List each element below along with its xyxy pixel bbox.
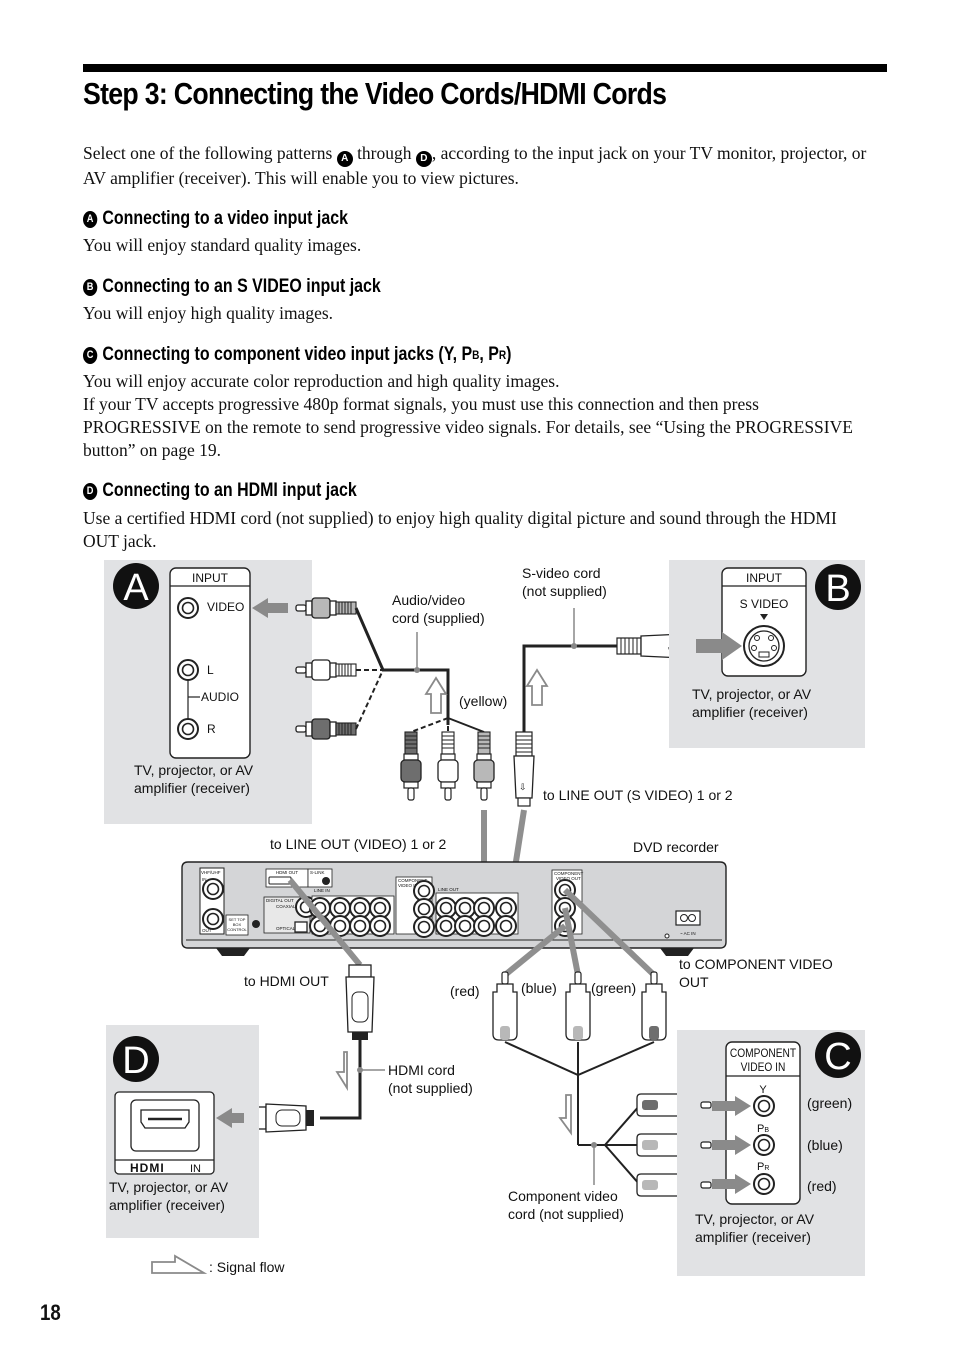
dvd-recorder: to LINE OUT (VIDEO) 1 or 2 DVD recorder … <box>181 836 727 956</box>
hdmi-cord-label: (not supplied) <box>388 1080 473 1096</box>
recorder-label: COAXIAL <box>276 904 296 909</box>
video-jack-icon <box>177 597 199 619</box>
signal-flow-icon <box>558 1094 572 1136</box>
red-label: (red) <box>450 983 480 999</box>
component-pb-jack-icon <box>753 1134 775 1156</box>
panel-c-device-label: amplifier (receiver) <box>695 1229 811 1245</box>
recorder-label: OUT <box>202 928 212 933</box>
to-hdmi-out-label: to HDMI OUT <box>244 973 329 989</box>
page-number: 18 <box>40 1300 61 1325</box>
blue-label: (blue) <box>521 980 557 996</box>
recorder-label: LINE OUT <box>438 887 459 892</box>
panel-c: COMPONENT VIDEO IN C Y PB PR (green) (bl… <box>677 1030 865 1276</box>
to-component-label: OUT <box>679 974 709 990</box>
recorder-label: VHF/UHF <box>201 870 221 875</box>
audio-label: AUDIO <box>201 690 239 704</box>
recorder-label: OPTICAL <box>276 926 296 931</box>
panel-c-letter: C <box>824 1036 851 1078</box>
panel-a-letter: A <box>123 567 149 609</box>
panel-d-device-label: TV, projector, or AV <box>109 1179 229 1195</box>
rf-out-jack-icon <box>202 908 224 930</box>
video-plug-icon <box>473 731 495 801</box>
panel-b-device-label: amplifier (receiver) <box>692 704 808 720</box>
av-cord-plugs: Audio/video cord (supplied) (yellow) <box>392 592 507 900</box>
recorder-label: CONTROL <box>227 927 247 932</box>
ac-in-label: ~ AC IN <box>680 931 696 936</box>
line-in-jack-icon <box>349 915 371 937</box>
line-out-svideo-jack-icon <box>495 915 517 937</box>
component-cord-label: cord (not supplied) <box>508 1206 624 1222</box>
rf-in-jack-icon <box>202 878 224 900</box>
av-cord-label: cord (supplied) <box>392 610 485 626</box>
green-label: (green) <box>591 980 636 996</box>
component-in-header: VIDEO IN <box>741 1061 786 1074</box>
signal-flow-legend: : Signal flow <box>151 1254 285 1275</box>
signal-flow-icon <box>525 668 549 706</box>
component-in-jack-icon <box>413 916 435 938</box>
component-cord-label: Component video <box>508 1188 618 1204</box>
y-label: Y <box>759 1084 767 1096</box>
to-line-out-svideo-label: to LINE OUT (S VIDEO) 1 or 2 <box>543 787 733 803</box>
recorder-label: HDMI OUT <box>276 870 298 875</box>
input-label-b: INPUT <box>746 571 783 585</box>
component-in-header: COMPONENT <box>730 1047 796 1060</box>
panel-d-letter: D <box>122 1040 149 1082</box>
audio-r-jack-icon <box>177 718 199 740</box>
signal-flow-icon <box>151 1254 208 1274</box>
green-label: (green) <box>807 1095 852 1111</box>
hdmi-in-label: IN <box>190 1163 201 1175</box>
component-pr-jack-icon <box>753 1173 775 1195</box>
line-out-jack-icon <box>435 915 457 937</box>
panel-d-device-label: amplifier (receiver) <box>109 1197 225 1213</box>
recorder-label: LINE IN <box>314 888 330 893</box>
connection-diagram: A INPUT VIDEO L AUDIO R TV, projector, o… <box>104 560 865 1276</box>
svideo-label: S VIDEO <box>740 597 789 611</box>
line-out-jack-icon <box>473 915 495 937</box>
audio-l-plug-icon <box>437 731 459 801</box>
line-out-jack-icon <box>454 915 476 937</box>
red-label: (red) <box>807 1178 837 1194</box>
blue-label: (blue) <box>807 1137 843 1153</box>
av-cord-label: Audio/video <box>392 592 465 608</box>
input-label-a: INPUT <box>192 571 229 585</box>
recorder-label: DIGITAL OUT <box>266 898 294 903</box>
audio-r-label: R <box>207 722 216 736</box>
panel-b-letter: B <box>825 568 850 610</box>
panel-d: D HDMI IN TV, projector, or AV amplifier… <box>106 1025 259 1238</box>
panel-b: INPUT S VIDEO B TV, projector, or AV amp… <box>669 560 865 748</box>
to-line-out-video-label: to LINE OUT (VIDEO) 1 or 2 <box>270 836 447 852</box>
recorder-label: S-LINK <box>310 870 325 875</box>
signal-flow-icon <box>424 676 448 714</box>
to-component-label: to COMPONENT VIDEO <box>679 956 833 972</box>
svideo-cord-label: (not supplied) <box>522 583 607 599</box>
arrow-glyph-icon: ⇩ <box>519 782 527 792</box>
panel-b-device-label: TV, projector, or AV <box>692 686 812 702</box>
dvd-recorder-label: DVD recorder <box>633 839 719 855</box>
line-in-jack-icon <box>369 915 391 937</box>
video-label: VIDEO <box>207 600 244 614</box>
component-y-jack-icon <box>753 1095 775 1117</box>
audio-r-plug-icon <box>400 731 422 801</box>
hdmi-cord-label: HDMI cord <box>388 1062 455 1078</box>
panel-a-device-label: amplifier (receiver) <box>134 780 250 796</box>
audio-l-jack-icon <box>177 659 199 681</box>
panel-c-device-label: TV, projector, or AV <box>695 1211 815 1227</box>
audio-l-label: L <box>207 663 214 677</box>
panel-a-device-label: TV, projector, or AV <box>134 762 254 778</box>
signal-flow-label: : Signal flow <box>209 1259 285 1275</box>
yellow-label: (yellow) <box>459 693 507 709</box>
svideo-cord-label: S-video cord <box>522 565 601 581</box>
hdmi-logo: HDMI <box>130 1161 165 1175</box>
signal-flow-icon <box>335 1051 348 1092</box>
